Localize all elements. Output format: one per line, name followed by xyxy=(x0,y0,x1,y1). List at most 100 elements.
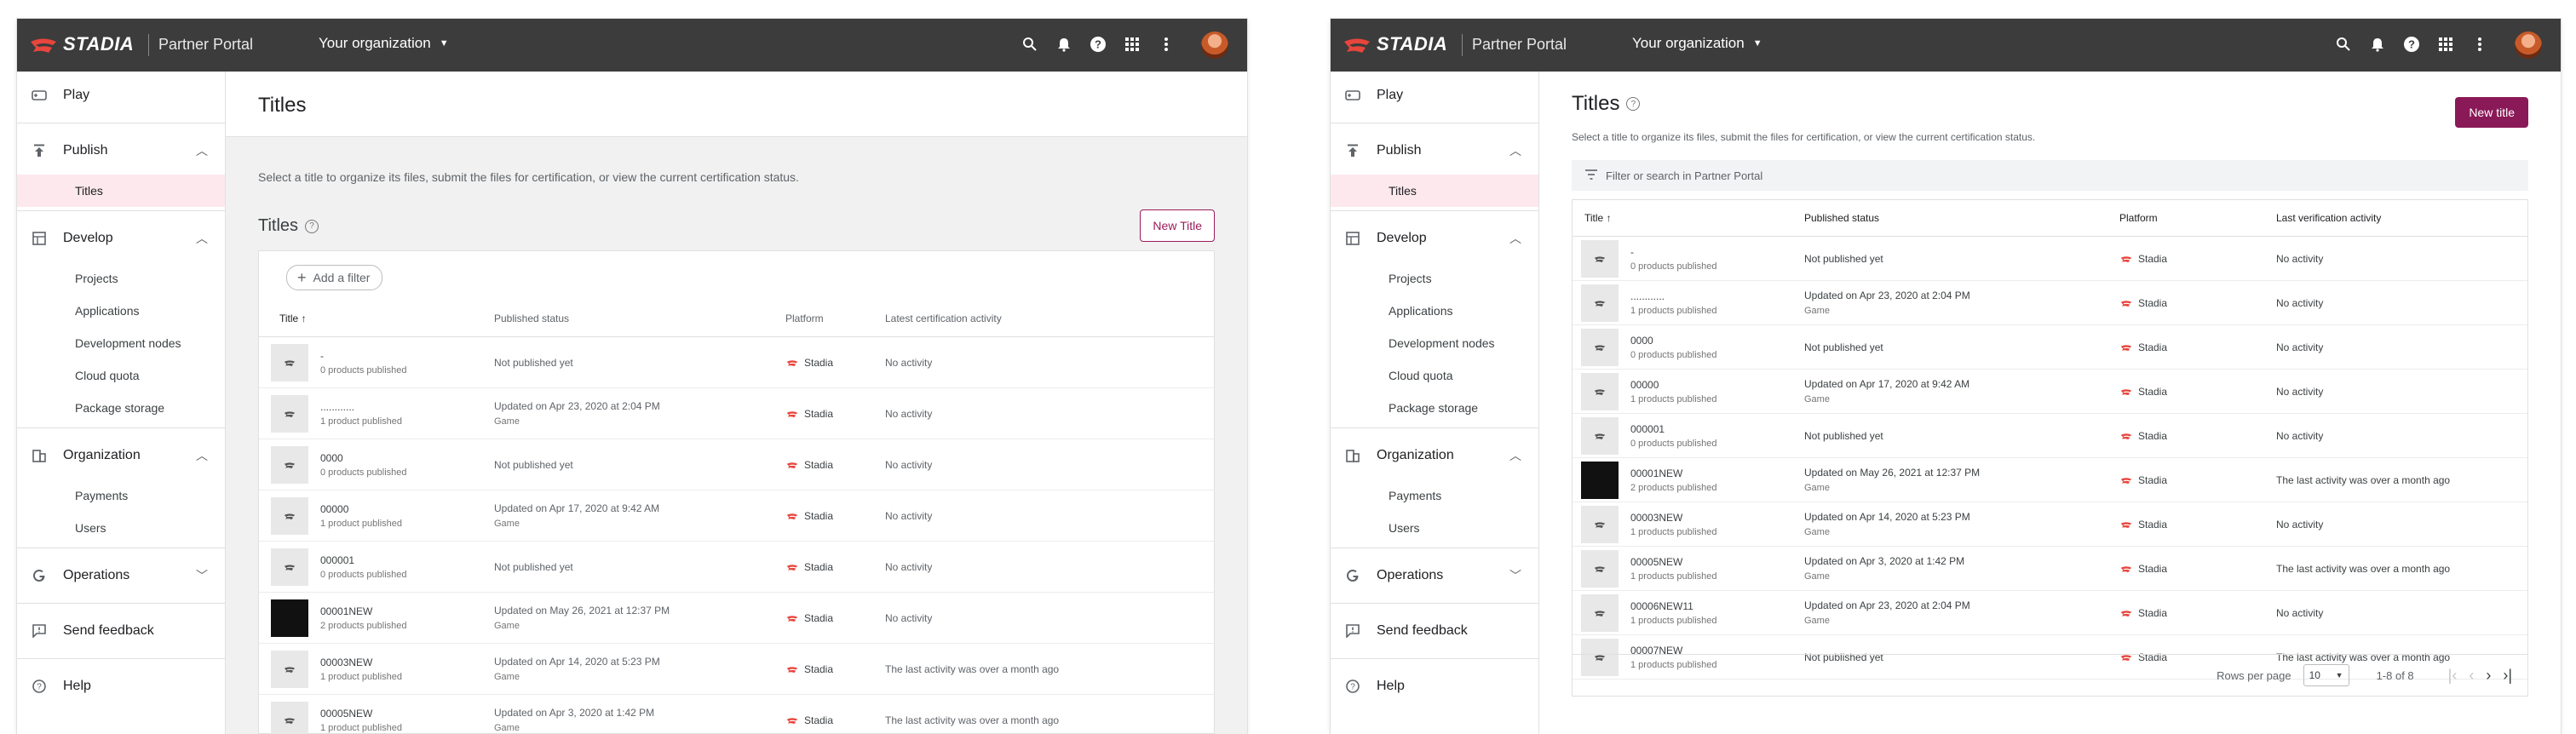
sidebar-item-operations[interactable]: Operations ﹀ xyxy=(1331,552,1538,599)
new-title-button[interactable]: New title xyxy=(2455,97,2528,128)
sidebar-item-publish[interactable]: Publish ︿ xyxy=(1331,127,1538,175)
sidebar-item-applications[interactable]: Applications xyxy=(1331,295,1538,327)
gamepad-icon xyxy=(1344,87,1361,104)
table-row[interactable]: 00001NEW 2 products published Updated on M… xyxy=(259,592,1214,644)
organization-menu[interactable]: Your organization ▼ xyxy=(319,35,449,52)
filter-search-bar[interactable]: Filter or search in Partner Portal xyxy=(1572,160,2528,191)
user-avatar[interactable] xyxy=(2515,32,2542,59)
table-row[interactable]: - 0 products published Not published yet St… xyxy=(1573,236,2527,281)
sidebar-item-projects[interactable]: Projects xyxy=(1331,262,1538,295)
sidebar-item-development-nodes[interactable]: Development nodes xyxy=(1331,327,1538,359)
help-icon[interactable]: ? xyxy=(1626,97,1641,111)
column-header-platform[interactable]: Platform xyxy=(2119,200,2275,237)
cell-published-status: Updated on Apr 14, 2020 at 5:23 PM Game xyxy=(1803,502,2119,547)
table-row[interactable]: 0000 0 products published Not published ye… xyxy=(259,439,1214,490)
more-vert-icon[interactable] xyxy=(1157,35,1176,54)
sidebar-item-send-feedback[interactable]: Send feedback xyxy=(17,607,225,655)
table-row[interactable]: 00000 1 product published Updated on Apr 1… xyxy=(259,490,1214,542)
sidebar-item-play[interactable]: Play xyxy=(1331,72,1538,119)
sidebar-item-publish[interactable]: Publish ︿ xyxy=(17,127,225,175)
help-icon[interactable]: ? xyxy=(305,219,319,233)
search-icon[interactable] xyxy=(1021,35,1039,54)
sidebar-item-users[interactable]: Users xyxy=(1331,512,1538,544)
sidebar-item-organization[interactable]: Organization ︿ xyxy=(17,432,225,479)
chevron-down-icon[interactable]: ﹀ xyxy=(196,567,208,584)
activity-text: The last activity was over a month ago xyxy=(885,714,1060,726)
column-header-published-status[interactable]: Published status xyxy=(1803,200,2119,237)
table-row[interactable]: ............ 1 product published Updated o… xyxy=(259,387,1214,439)
cell-title: ............ 1 products published xyxy=(1573,280,1803,325)
sidebar-item-help[interactable]: ? Help xyxy=(1331,662,1538,710)
table-row[interactable]: 0000 0 products published Not published ye… xyxy=(1573,324,2527,370)
sidebar-item-applications[interactable]: Applications xyxy=(17,295,225,327)
table-row[interactable]: - 0 products published Not published yet St… xyxy=(259,336,1214,388)
table-row[interactable]: 00003NEW 1 product published Updated on Ap… xyxy=(259,643,1214,695)
sidebar-item-development-nodes[interactable]: Development nodes xyxy=(17,327,225,359)
table-row[interactable]: ............ 1 products published Updated … xyxy=(1573,280,2527,325)
column-header-last-verification[interactable]: Last verification activity xyxy=(2275,200,2527,237)
sidebar-label-organization: Organization xyxy=(63,448,141,462)
title-name: - xyxy=(1630,245,1634,258)
add-filter-button[interactable]: + Add a filter xyxy=(286,265,383,290)
sidebar-item-titles[interactable]: Titles xyxy=(17,175,225,207)
sidebar-item-titles[interactable]: Titles xyxy=(1331,175,1538,207)
organization-menu[interactable]: Your organization ▼ xyxy=(1632,35,1762,52)
chevron-down-icon[interactable]: ﹀ xyxy=(1509,567,1521,584)
apps-grid-icon[interactable] xyxy=(2436,35,2455,54)
chevron-up-icon[interactable]: ︿ xyxy=(1509,447,1521,464)
chevron-up-icon[interactable]: ︿ xyxy=(196,447,208,464)
chevron-up-icon[interactable]: ︿ xyxy=(196,230,208,247)
sidebar-item-develop[interactable]: Develop ︿ xyxy=(17,215,225,262)
sidebar-item-users[interactable]: Users xyxy=(17,512,225,544)
first-page-icon[interactable]: |‹ xyxy=(2448,667,2458,685)
help-icon[interactable]: ? xyxy=(1089,35,1107,54)
column-header-platform[interactable]: Platform xyxy=(785,301,884,337)
search-icon[interactable] xyxy=(2334,35,2353,54)
apps-grid-icon[interactable] xyxy=(1123,35,1141,54)
rows-per-page-select[interactable]: 10 ▼ xyxy=(2303,664,2349,686)
new-title-button[interactable]: New Title xyxy=(1140,209,1215,242)
sidebar-item-package-storage[interactable]: Package storage xyxy=(1331,392,1538,424)
stadia-logo-icon xyxy=(31,38,56,53)
table-row[interactable]: 00006NEW11 1 products published Updated on… xyxy=(1573,590,2527,635)
sidebar-item-package-storage[interactable]: Package storage xyxy=(17,392,225,424)
table-row[interactable]: 00005NEW 1 products published Updated on A… xyxy=(1573,546,2527,591)
sidebar-item-help[interactable]: ? Help xyxy=(17,662,225,710)
table-row[interactable]: 00000 1 products published Updated on Apr … xyxy=(1573,369,2527,414)
sidebar-item-payments[interactable]: Payments xyxy=(17,479,225,512)
next-page-icon[interactable]: › xyxy=(2486,667,2491,685)
table-row[interactable]: 00001NEW 2 products published Updated on M… xyxy=(1573,457,2527,502)
stadia-logo[interactable]: STADIA xyxy=(1343,33,1447,55)
chevron-up-icon[interactable]: ︿ xyxy=(1509,230,1521,247)
previous-page-icon[interactable]: ‹ xyxy=(2469,667,2474,685)
chevron-up-icon[interactable]: ︿ xyxy=(1509,142,1521,159)
column-header-latest-certification[interactable]: Latest certification activity xyxy=(884,301,1214,337)
table-row[interactable]: 000001 0 products published Not published … xyxy=(1573,413,2527,458)
sidebar-item-send-feedback[interactable]: Send feedback xyxy=(1331,607,1538,655)
sidebar-item-projects[interactable]: Projects xyxy=(17,262,225,295)
table-row[interactable]: 00005NEW 1 product published Updated on Ap… xyxy=(259,694,1214,734)
notifications-icon[interactable] xyxy=(1055,35,1073,54)
last-page-icon[interactable]: ›| xyxy=(2503,667,2512,685)
caret-down-icon: ▼ xyxy=(439,38,449,49)
sidebar-item-play[interactable]: Play xyxy=(17,72,225,119)
sidebar-item-operations[interactable]: Operations ﹀ xyxy=(17,552,225,599)
sidebar-item-organization[interactable]: Organization ︿ xyxy=(1331,432,1538,479)
sidebar-item-develop[interactable]: Develop ︿ xyxy=(1331,215,1538,262)
sidebar-item-cloud-quota[interactable]: Cloud quota xyxy=(1331,359,1538,392)
table-row[interactable]: 000001 0 products published Not published … xyxy=(259,541,1214,593)
published-status-type: Game xyxy=(494,519,520,529)
user-avatar[interactable] xyxy=(1201,32,1228,59)
chevron-up-icon[interactable]: ︿ xyxy=(196,142,208,159)
sidebar-item-payments[interactable]: Payments xyxy=(1331,479,1538,512)
column-header-title[interactable]: Title ↑ xyxy=(1573,200,1803,237)
column-header-title[interactable]: Title ↑ xyxy=(259,301,493,337)
notifications-icon[interactable] xyxy=(2368,35,2387,54)
table-row[interactable]: 00003NEW 1 products published Updated on A… xyxy=(1573,502,2527,547)
more-vert-icon[interactable] xyxy=(2470,35,2489,54)
stadia-logo[interactable]: STADIA xyxy=(29,33,134,55)
sidebar-item-cloud-quota[interactable]: Cloud quota xyxy=(17,359,225,392)
column-header-published-status[interactable]: Published status xyxy=(493,301,785,337)
help-icon[interactable]: ? xyxy=(2402,35,2421,54)
feedback-icon xyxy=(1344,622,1361,639)
